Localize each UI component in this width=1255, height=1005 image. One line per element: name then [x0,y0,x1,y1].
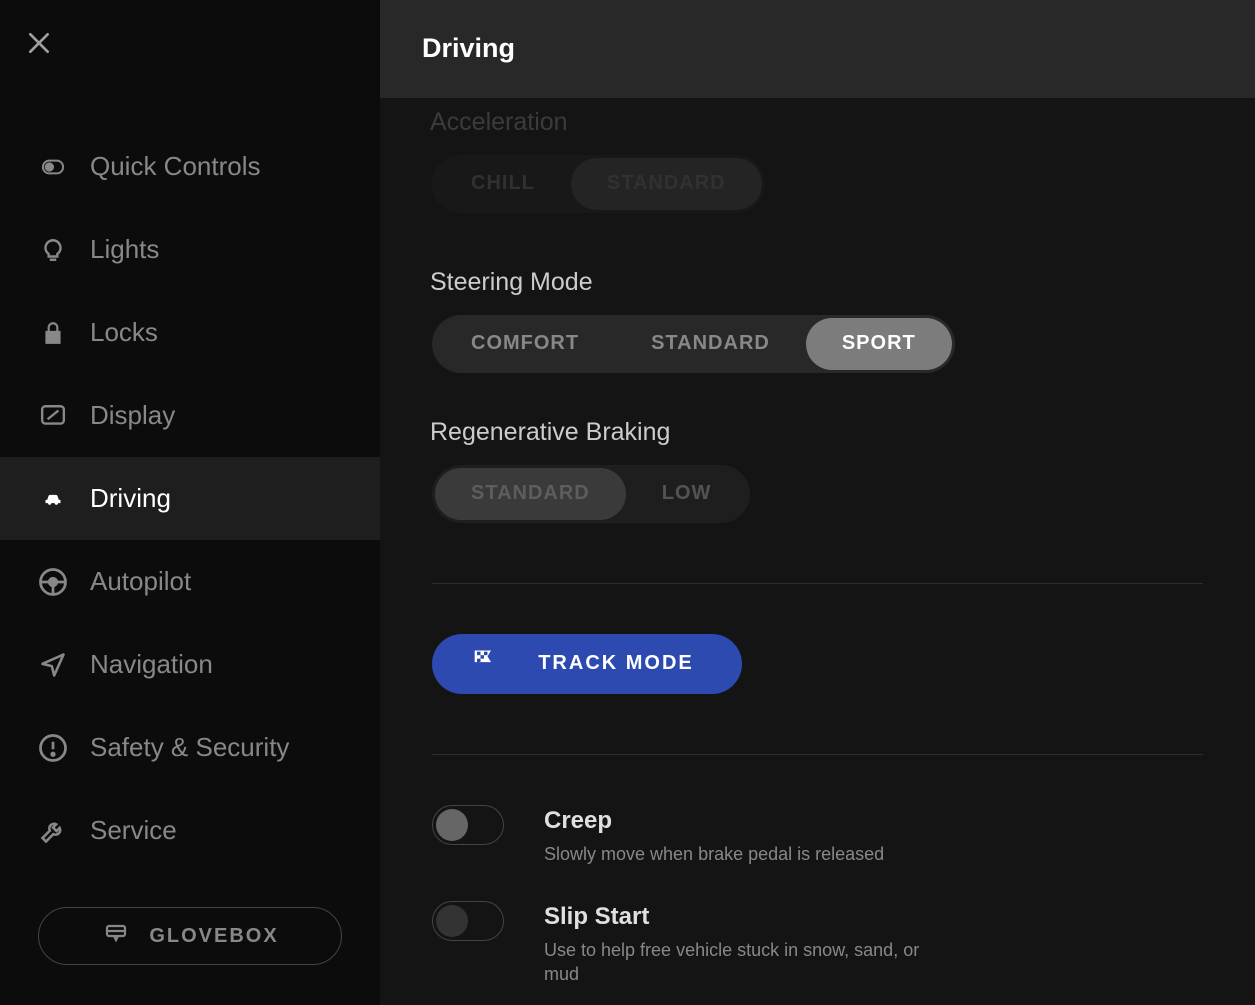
sidebar-item-label: Safety & Security [90,732,289,763]
sidebar-item-safety[interactable]: Safety & Security [0,706,380,789]
slip-desc: Use to help free vehicle stuck in snow, … [544,939,944,986]
acceleration-standard[interactable]: STANDARD [571,158,762,210]
regen-selector: STANDARD LOW [432,465,750,523]
content: Acceleration CHILL STANDARD Steering Mod… [380,98,1255,1005]
steering-standard[interactable]: STANDARD [615,318,806,370]
flag-icon [470,647,498,681]
sidebar-item-label: Lights [90,234,159,265]
creep-title: Creep [544,807,884,835]
regen-label: Regenerative Braking [430,418,1213,447]
acceleration-chill[interactable]: CHILL [435,158,571,210]
track-mode-label: TRACK MODE [538,652,694,675]
glovebox-button[interactable]: GLOVEBOX [38,907,342,965]
divider [432,583,1203,584]
lock-icon [38,318,68,348]
sidebar-item-label: Service [90,815,177,846]
sidebar-item-label: Driving [90,483,171,514]
wrench-icon [38,816,68,846]
alert-icon [38,733,68,763]
steering-selector: COMFORT STANDARD SPORT [432,315,955,373]
sidebar-item-navigation[interactable]: Navigation [0,623,380,706]
toggle-knob [436,905,468,937]
divider [432,754,1203,755]
sidebar-item-driving[interactable]: Driving [0,457,380,540]
nav-list: Quick Controls Lights Locks Display Driv… [0,125,380,877]
sidebar-item-label: Quick Controls [90,151,261,182]
sidebar-item-locks[interactable]: Locks [0,291,380,374]
creep-toggle[interactable] [432,805,504,845]
regen-low[interactable]: LOW [626,468,748,520]
display-icon [38,401,68,431]
sidebar-item-lights[interactable]: Lights [0,208,380,291]
steering-label: Steering Mode [430,268,1213,297]
sidebar-item-display[interactable]: Display [0,374,380,457]
header: Driving [380,0,1255,98]
steering-wheel-icon [38,567,68,597]
steering-comfort[interactable]: COMFORT [435,318,615,370]
slip-row: Slip Start Use to help free vehicle stuc… [432,901,1213,986]
acceleration-selector: CHILL STANDARD [432,155,765,213]
sidebar-item-service[interactable]: Service [0,789,380,872]
steering-sport[interactable]: SPORT [806,318,952,370]
regen-standard[interactable]: STANDARD [435,468,626,520]
sidebar-item-label: Navigation [90,649,213,680]
main-panel: Driving Acceleration CHILL STANDARD Stee… [380,0,1255,1005]
sidebar-item-label: Locks [90,317,158,348]
page-title: Driving [422,33,515,64]
sidebar: Quick Controls Lights Locks Display Driv… [0,0,380,1005]
slip-toggle[interactable] [432,901,504,941]
creep-desc: Slowly move when brake pedal is released [544,843,884,866]
bulb-icon [38,235,68,265]
arrow-icon [38,650,68,680]
slip-title: Slip Start [544,903,944,931]
creep-row: Creep Slowly move when brake pedal is re… [432,805,1213,866]
track-mode-button[interactable]: TRACK MODE [432,634,742,694]
glovebox-label: GLOVEBOX [149,925,278,948]
close-button[interactable] [26,30,56,60]
sidebar-item-quick-controls[interactable]: Quick Controls [0,125,380,208]
sidebar-item-label: Display [90,400,175,431]
toggle-knob [436,809,468,841]
acceleration-label: Acceleration [430,108,1213,137]
glovebox-icon [101,921,131,951]
sidebar-item-label: Autopilot [90,566,191,597]
toggle-icon [38,152,68,182]
sidebar-item-autopilot[interactable]: Autopilot [0,540,380,623]
car-icon [38,484,68,514]
